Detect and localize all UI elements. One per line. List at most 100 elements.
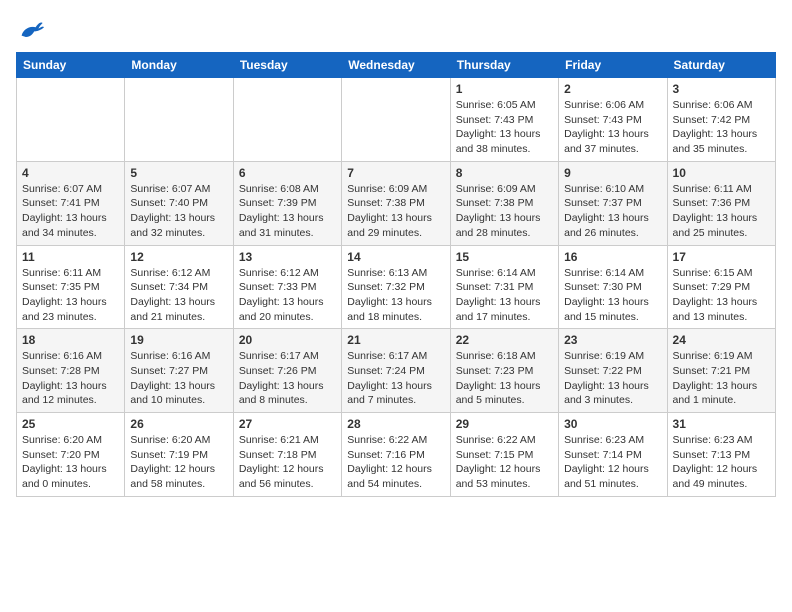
calendar-table: SundayMondayTuesdayWednesdayThursdayFrid…	[16, 52, 776, 497]
calendar-cell: 20 Sunrise: 6:17 AM Sunset: 7:26 PM Dayli…	[233, 329, 341, 413]
day-info: Sunrise: 6:16 AM Sunset: 7:27 PM Dayligh…	[130, 349, 227, 408]
day-number: 18	[22, 333, 119, 347]
day-info: Sunrise: 6:23 AM Sunset: 7:13 PM Dayligh…	[673, 433, 770, 492]
day-number: 5	[130, 166, 227, 180]
calendar-cell: 10 Sunrise: 6:11 AM Sunset: 7:36 PM Dayli…	[667, 161, 775, 245]
day-number: 9	[564, 166, 661, 180]
calendar-cell	[233, 78, 341, 162]
calendar-cell: 1 Sunrise: 6:05 AM Sunset: 7:43 PM Daylig…	[450, 78, 558, 162]
calendar-cell: 30 Sunrise: 6:23 AM Sunset: 7:14 PM Dayli…	[559, 413, 667, 497]
weekday-header-thursday: Thursday	[450, 53, 558, 78]
day-number: 6	[239, 166, 336, 180]
day-info: Sunrise: 6:12 AM Sunset: 7:34 PM Dayligh…	[130, 266, 227, 325]
day-info: Sunrise: 6:06 AM Sunset: 7:42 PM Dayligh…	[673, 98, 770, 157]
calendar-cell: 11Sunrise: 6:11 AM Sunset: 7:35 PM Dayli…	[17, 245, 125, 329]
calendar-cell: 3Sunrise: 6:06 AM Sunset: 7:42 PM Daylig…	[667, 78, 775, 162]
day-number: 26	[130, 417, 227, 431]
day-info: Sunrise: 6:22 AM Sunset: 7:16 PM Dayligh…	[347, 433, 444, 492]
day-info: Sunrise: 6:13 AM Sunset: 7:32 PM Dayligh…	[347, 266, 444, 325]
day-info: Sunrise: 6:09 AM Sunset: 7:38 PM Dayligh…	[456, 182, 553, 241]
day-number: 31	[673, 417, 770, 431]
day-info: Sunrise: 6:20 AM Sunset: 7:19 PM Dayligh…	[130, 433, 227, 492]
logo	[16, 16, 48, 44]
calendar-cell: 23 Sunrise: 6:19 AM Sunset: 7:22 PM Dayli…	[559, 329, 667, 413]
day-number: 24	[673, 333, 770, 347]
calendar-week-4: 18 Sunrise: 6:16 AM Sunset: 7:28 PM Dayli…	[17, 329, 776, 413]
calendar-cell	[17, 78, 125, 162]
weekday-row: SundayMondayTuesdayWednesdayThursdayFrid…	[17, 53, 776, 78]
day-info: Sunrise: 6:14 AM Sunset: 7:30 PM Dayligh…	[564, 266, 661, 325]
day-number: 19	[130, 333, 227, 347]
day-info: Sunrise: 6:19 AM Sunset: 7:22 PM Dayligh…	[564, 349, 661, 408]
day-info: Sunrise: 6:07 AM Sunset: 7:40 PM Dayligh…	[130, 182, 227, 241]
day-number: 20	[239, 333, 336, 347]
calendar-cell: 6 Sunrise: 6:08 AM Sunset: 7:39 PM Daylig…	[233, 161, 341, 245]
day-number: 30	[564, 417, 661, 431]
day-number: 29	[456, 417, 553, 431]
calendar-cell	[125, 78, 233, 162]
day-number: 17	[673, 250, 770, 264]
page-header	[16, 16, 776, 44]
calendar-cell: 26 Sunrise: 6:20 AM Sunset: 7:19 PM Dayli…	[125, 413, 233, 497]
day-number: 16	[564, 250, 661, 264]
day-info: Sunrise: 6:07 AM Sunset: 7:41 PM Dayligh…	[22, 182, 119, 241]
calendar-header: SundayMondayTuesdayWednesdayThursdayFrid…	[17, 53, 776, 78]
weekday-header-saturday: Saturday	[667, 53, 775, 78]
calendar-cell: 22 Sunrise: 6:18 AM Sunset: 7:23 PM Dayli…	[450, 329, 558, 413]
day-number: 7	[347, 166, 444, 180]
day-info: Sunrise: 6:10 AM Sunset: 7:37 PM Dayligh…	[564, 182, 661, 241]
weekday-header-tuesday: Tuesday	[233, 53, 341, 78]
calendar-cell: 7Sunrise: 6:09 AM Sunset: 7:38 PM Daylig…	[342, 161, 450, 245]
calendar-cell: 15Sunrise: 6:14 AM Sunset: 7:31 PM Dayli…	[450, 245, 558, 329]
day-number: 27	[239, 417, 336, 431]
day-info: Sunrise: 6:15 AM Sunset: 7:29 PM Dayligh…	[673, 266, 770, 325]
calendar-cell: 27Sunrise: 6:21 AM Sunset: 7:18 PM Dayli…	[233, 413, 341, 497]
calendar-cell: 4 Sunrise: 6:07 AM Sunset: 7:41 PM Daylig…	[17, 161, 125, 245]
day-number: 23	[564, 333, 661, 347]
day-number: 11	[22, 250, 119, 264]
day-info: Sunrise: 6:22 AM Sunset: 7:15 PM Dayligh…	[456, 433, 553, 492]
calendar-cell: 9 Sunrise: 6:10 AM Sunset: 7:37 PM Daylig…	[559, 161, 667, 245]
day-info: Sunrise: 6:17 AM Sunset: 7:24 PM Dayligh…	[347, 349, 444, 408]
calendar-cell: 18 Sunrise: 6:16 AM Sunset: 7:28 PM Dayli…	[17, 329, 125, 413]
calendar-cell: 12Sunrise: 6:12 AM Sunset: 7:34 PM Dayli…	[125, 245, 233, 329]
calendar-cell: 29 Sunrise: 6:22 AM Sunset: 7:15 PM Dayli…	[450, 413, 558, 497]
day-number: 4	[22, 166, 119, 180]
calendar-week-1: 1 Sunrise: 6:05 AM Sunset: 7:43 PM Daylig…	[17, 78, 776, 162]
day-number: 28	[347, 417, 444, 431]
weekday-header-monday: Monday	[125, 53, 233, 78]
day-info: Sunrise: 6:08 AM Sunset: 7:39 PM Dayligh…	[239, 182, 336, 241]
weekday-header-wednesday: Wednesday	[342, 53, 450, 78]
calendar-cell: 13Sunrise: 6:12 AM Sunset: 7:33 PM Dayli…	[233, 245, 341, 329]
day-info: Sunrise: 6:11 AM Sunset: 7:36 PM Dayligh…	[673, 182, 770, 241]
day-number: 8	[456, 166, 553, 180]
calendar-week-3: 11Sunrise: 6:11 AM Sunset: 7:35 PM Dayli…	[17, 245, 776, 329]
day-info: Sunrise: 6:18 AM Sunset: 7:23 PM Dayligh…	[456, 349, 553, 408]
day-info: Sunrise: 6:20 AM Sunset: 7:20 PM Dayligh…	[22, 433, 119, 492]
calendar-cell: 17 Sunrise: 6:15 AM Sunset: 7:29 PM Dayli…	[667, 245, 775, 329]
calendar-cell	[342, 78, 450, 162]
calendar-body: 1 Sunrise: 6:05 AM Sunset: 7:43 PM Daylig…	[17, 78, 776, 497]
calendar-cell: 19 Sunrise: 6:16 AM Sunset: 7:27 PM Dayli…	[125, 329, 233, 413]
calendar-cell: 8 Sunrise: 6:09 AM Sunset: 7:38 PM Daylig…	[450, 161, 558, 245]
calendar-cell: 25 Sunrise: 6:20 AM Sunset: 7:20 PM Dayli…	[17, 413, 125, 497]
day-number: 22	[456, 333, 553, 347]
day-number: 1	[456, 82, 553, 96]
day-info: Sunrise: 6:12 AM Sunset: 7:33 PM Dayligh…	[239, 266, 336, 325]
logo-bird-icon	[16, 16, 44, 44]
day-number: 2	[564, 82, 661, 96]
weekday-header-friday: Friday	[559, 53, 667, 78]
day-info: Sunrise: 6:17 AM Sunset: 7:26 PM Dayligh…	[239, 349, 336, 408]
calendar-week-5: 25 Sunrise: 6:20 AM Sunset: 7:20 PM Dayli…	[17, 413, 776, 497]
day-info: Sunrise: 6:19 AM Sunset: 7:21 PM Dayligh…	[673, 349, 770, 408]
calendar-cell: 16 Sunrise: 6:14 AM Sunset: 7:30 PM Dayli…	[559, 245, 667, 329]
calendar-cell: 5 Sunrise: 6:07 AM Sunset: 7:40 PM Daylig…	[125, 161, 233, 245]
day-info: Sunrise: 6:05 AM Sunset: 7:43 PM Dayligh…	[456, 98, 553, 157]
calendar-cell: 28 Sunrise: 6:22 AM Sunset: 7:16 PM Dayli…	[342, 413, 450, 497]
weekday-header-sunday: Sunday	[17, 53, 125, 78]
day-info: Sunrise: 6:06 AM Sunset: 7:43 PM Dayligh…	[564, 98, 661, 157]
day-info: Sunrise: 6:16 AM Sunset: 7:28 PM Dayligh…	[22, 349, 119, 408]
day-number: 25	[22, 417, 119, 431]
day-info: Sunrise: 6:23 AM Sunset: 7:14 PM Dayligh…	[564, 433, 661, 492]
day-number: 10	[673, 166, 770, 180]
